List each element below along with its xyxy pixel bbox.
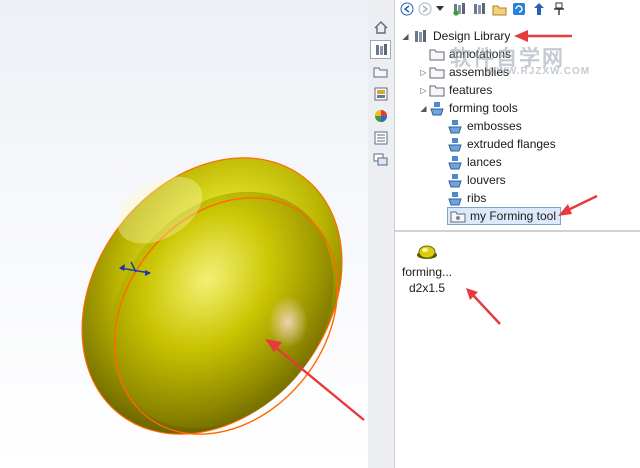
- collapse-arrow-icon[interactable]: ◢: [419, 104, 428, 113]
- create-folder-icon: [492, 5, 506, 15]
- home-icon: [374, 21, 387, 34]
- collapse-arrow-icon[interactable]: ◢: [401, 32, 410, 41]
- task-pane-tabs: [368, 0, 395, 468]
- folder-icon: [429, 49, 445, 60]
- properties-icon: [374, 131, 387, 144]
- forming-tool-folder-icon: [430, 101, 444, 115]
- create-folder-button[interactable]: [491, 1, 507, 17]
- folder-icon: [373, 67, 388, 77]
- appearances-tab[interactable]: [370, 106, 391, 125]
- library-icon: [415, 29, 426, 42]
- add-to-library-button[interactable]: [451, 1, 467, 17]
- model-view[interactable]: [0, 0, 368, 468]
- tree-item-label: extruded flanges: [467, 137, 556, 151]
- forum-icon: [373, 153, 388, 165]
- forming-tool-folder-icon: [448, 191, 462, 205]
- tree-item-label: lances: [467, 155, 502, 169]
- appearances-icon: [374, 109, 387, 122]
- graphics-area[interactable]: [0, 0, 368, 468]
- refresh-icon: [513, 3, 525, 15]
- forward-icon: [418, 2, 432, 16]
- forming-tool-folder-icon: [448, 155, 462, 169]
- forming-tool-folder-icon: [448, 173, 462, 187]
- pin-icon: [554, 2, 564, 15]
- library-file-item[interactable]: forming... d2x1.5: [395, 244, 459, 296]
- file-explorer-tab[interactable]: [370, 62, 391, 81]
- tree-root-label: Design Library: [433, 29, 511, 43]
- watermark-url: WWW.RJZXW.COM: [486, 66, 591, 77]
- library-icon: [375, 43, 387, 55]
- expand-arrow-icon[interactable]: ▷: [419, 86, 428, 95]
- tree-item-label: my Forming tool: [470, 209, 557, 223]
- refresh-button[interactable]: [511, 1, 527, 17]
- back-icon: [400, 2, 414, 16]
- file-label-line2: d2x1.5: [408, 281, 446, 295]
- view-palette-icon: [374, 87, 387, 100]
- history-dropdown[interactable]: [435, 1, 445, 17]
- tree-item-label: forming tools: [449, 101, 518, 115]
- tree-item-label: ribs: [467, 191, 487, 205]
- forming-tool-folder-icon: [448, 119, 462, 133]
- expand-arrow-icon[interactable]: ▷: [419, 68, 428, 77]
- file-label-line1: forming...: [401, 265, 452, 279]
- tree-item-extruded-flanges[interactable]: extruded flanges: [447, 135, 556, 153]
- add-file-location-button[interactable]: [471, 1, 487, 17]
- forming-tool-folder-icon: [448, 137, 462, 151]
- tree-item-label: features: [449, 83, 493, 97]
- folder-icon: [429, 67, 445, 78]
- up-button[interactable]: [531, 1, 547, 17]
- tree-item-ribs[interactable]: ribs: [447, 189, 486, 207]
- custom-properties-tab[interactable]: [370, 128, 391, 147]
- tree-item-forming-tools[interactable]: ◢ forming tools: [419, 99, 518, 117]
- view-palette-tab[interactable]: [370, 84, 391, 103]
- forming-tool-part-icon: [417, 245, 437, 259]
- forward-button[interactable]: [417, 1, 433, 17]
- add-to-library-icon: [453, 3, 465, 16]
- folder-icon: [429, 85, 445, 96]
- folder-icon: [450, 211, 466, 222]
- add-file-location-icon: [474, 3, 485, 14]
- forum-tab[interactable]: [370, 150, 391, 169]
- tree-item-embosses[interactable]: embosses: [447, 117, 522, 135]
- tree-item-label: embosses: [467, 119, 522, 133]
- pin-button[interactable]: [551, 1, 567, 17]
- tree-item-features[interactable]: ▷ features: [419, 81, 492, 99]
- up-icon: [534, 3, 544, 15]
- tree-item-lances[interactable]: lances: [447, 153, 502, 171]
- dome-body[interactable]: [28, 106, 368, 468]
- design-library-toolbar: [395, 0, 640, 18]
- home-tab[interactable]: [370, 18, 391, 37]
- tree-item-label: louvers: [467, 173, 506, 187]
- tree-item-my-forming-tool[interactable]: my Forming tool: [447, 207, 562, 225]
- back-button[interactable]: [399, 1, 415, 17]
- tree-item-louvers[interactable]: louvers: [447, 171, 506, 189]
- design-library-tab[interactable]: [370, 40, 391, 59]
- dropdown-icon: [436, 6, 444, 11]
- library-file-view: forming... d2x1.5: [395, 232, 640, 468]
